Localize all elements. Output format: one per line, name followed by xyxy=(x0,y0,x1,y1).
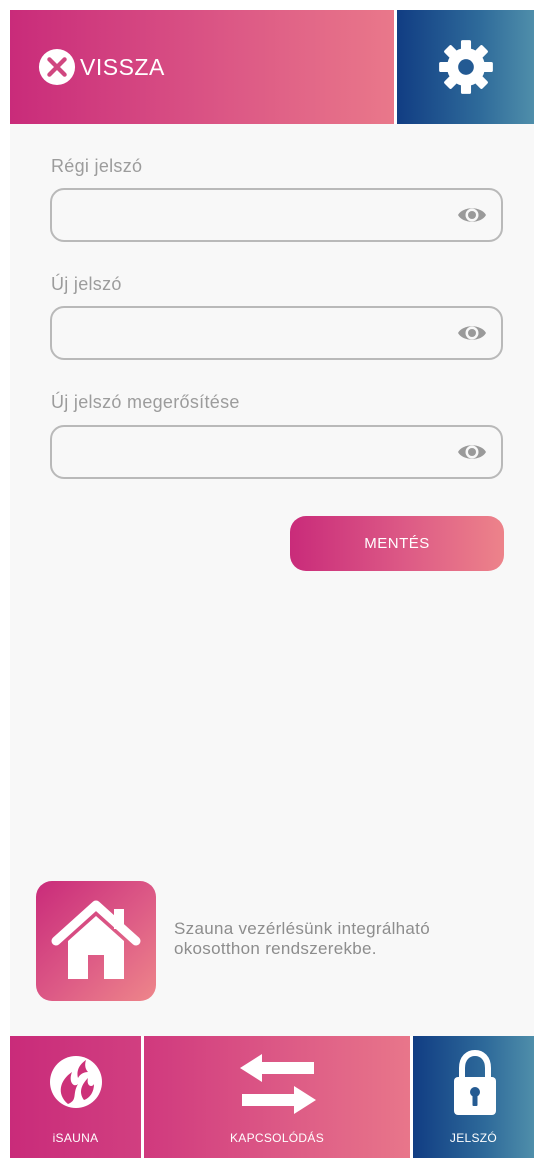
settings-button[interactable] xyxy=(397,10,534,124)
isauna-logo-icon xyxy=(50,1056,102,1108)
home-icon xyxy=(51,900,141,979)
new-password-label: Új jelszó xyxy=(51,274,122,294)
lock-icon xyxy=(454,1050,496,1115)
back-button[interactable]: VISSZA xyxy=(10,10,394,124)
app-screen: VISSZA Régi jelszó Új jelszó Új jelszó m… xyxy=(10,10,534,1158)
nav-label-kapcsolodas: KAPCSOLÓDÁS xyxy=(230,1131,324,1145)
confirm-password-input[interactable] xyxy=(52,427,501,477)
new-password-input[interactable] xyxy=(52,308,501,358)
eye-icon[interactable] xyxy=(457,322,487,344)
promo-tile[interactable] xyxy=(36,881,156,1001)
confirm-password-field xyxy=(50,425,503,479)
promo-line-2: okosotthon rendszerekbe. xyxy=(174,939,377,958)
nav-label-isauna: iSAUNA xyxy=(52,1131,99,1145)
old-password-input[interactable] xyxy=(52,190,501,240)
nav-item-jelszo[interactable]: JELSZÓ xyxy=(413,1036,534,1158)
new-password-field xyxy=(50,306,503,360)
top-bar: VISSZA xyxy=(10,10,534,124)
close-circle-icon xyxy=(38,48,76,86)
nav-item-kapcsolodas[interactable]: KAPCSOLÓDÁS xyxy=(144,1036,410,1158)
eye-icon[interactable] xyxy=(457,204,487,226)
promo-line-1: Szauna vezérlésünk integrálható xyxy=(174,919,430,938)
bottom-nav: iSAUNA KAPCSOLÓDÁS JELSZÓ xyxy=(10,1036,534,1158)
gear-icon xyxy=(438,40,493,94)
swap-arrows-icon xyxy=(240,1054,316,1114)
save-button[interactable]: MENTÉS xyxy=(290,516,504,571)
back-label: VISSZA xyxy=(80,53,165,80)
eye-icon[interactable] xyxy=(457,441,487,463)
promo-text: Szauna vezérlésünk integrálható okosotth… xyxy=(174,919,494,959)
nav-item-isauna[interactable]: iSAUNA xyxy=(10,1036,141,1158)
old-password-field xyxy=(50,188,503,242)
nav-label-jelszo: JELSZÓ xyxy=(449,1131,498,1145)
smart-home-promo: Szauna vezérlésünk integrálható okosotth… xyxy=(36,881,496,1001)
confirm-password-label: Új jelszó megerősítése xyxy=(51,392,240,412)
old-password-label: Régi jelszó xyxy=(51,156,143,176)
